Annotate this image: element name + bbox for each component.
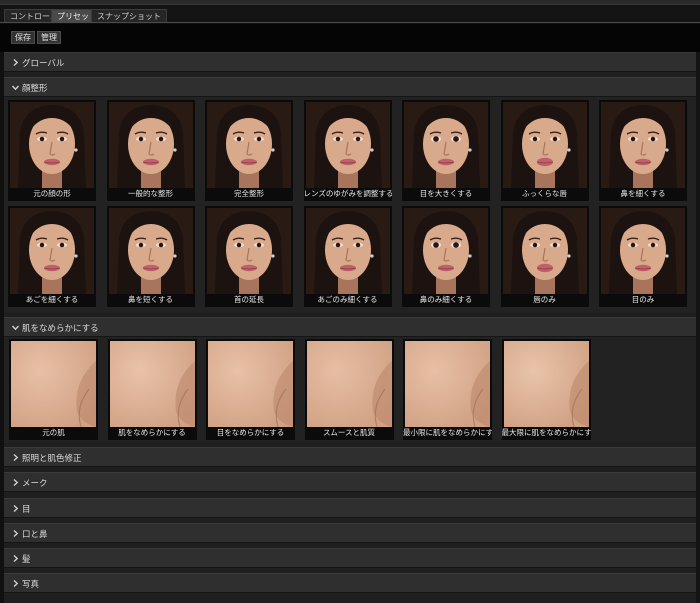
preset-caption: 元の顔の形	[33, 189, 71, 198]
section-global[interactable]: グローバル	[4, 52, 696, 72]
face-shape-preset-tile[interactable]: 首の延長	[205, 206, 293, 307]
section-global-label: グローバル	[22, 59, 65, 69]
preset-caption: 肌をなめらかにする	[118, 428, 186, 437]
face-shape-preset-tile[interactable]: 鼻を短くする	[106, 206, 195, 307]
section-mouth-nose[interactable]: 口と鼻	[4, 523, 696, 543]
face-preview-image	[305, 102, 390, 188]
section-photo[interactable]: 写真	[4, 573, 696, 593]
preset-caption: 一般的な整形	[128, 189, 173, 198]
face-preview-image	[502, 208, 587, 294]
preset-caption: スムースと肌質	[322, 428, 376, 437]
preset-caption: 鼻を短くする	[128, 295, 173, 304]
chevron-right-icon	[13, 478, 19, 487]
chevron-right-icon	[13, 453, 19, 462]
preset-caption: 唇のみ	[533, 295, 556, 304]
section-lighting-label: 照明と肌色修正	[22, 454, 82, 464]
section-eyes-label: 目	[22, 505, 31, 515]
chevron-right-icon	[13, 579, 19, 588]
face-preview-image	[10, 208, 94, 294]
face-shape-preset-tile[interactable]: 鼻のみ細くする	[402, 206, 490, 307]
section-hair[interactable]: 髪	[4, 548, 696, 568]
manage-button[interactable]: 管理	[37, 31, 61, 44]
face-preview-image	[404, 208, 488, 294]
preset-caption: ふっくらな唇	[522, 189, 567, 198]
skin-preview-image	[109, 341, 195, 427]
skin-smooth-preset-grid: 元の肌 肌をなめらかにする 目をなめらかにする スムースと肌質 最小限に肌をなめらかにす…	[4, 337, 696, 443]
section-hair-label: 髪	[22, 555, 31, 565]
face-shape-preset-grid: 元の顔の形 一般的な整形 完全整形 レンズのゆがみを調整する 目を大きくする ふっくらな唇…	[4, 97, 696, 313]
preset-caption: 目のみ	[631, 295, 655, 304]
section-eyes[interactable]: 目	[4, 498, 696, 518]
skin-preview-image	[208, 341, 293, 427]
face-preview-image	[404, 102, 488, 188]
face-preview-image	[108, 208, 193, 294]
skin-smooth-preset-tile[interactable]: 肌をなめらかにする	[107, 339, 197, 440]
chevron-right-icon	[13, 58, 19, 67]
skin-smooth-preset-tile[interactable]: 最大限に肌をなめらかにする	[501, 339, 591, 440]
preset-caption: 鼻を細くする	[620, 189, 666, 198]
section-photo-label: 写真	[22, 580, 40, 590]
section-lighting[interactable]: 照明と肌色修正	[4, 447, 696, 467]
face-shape-preset-tile[interactable]: 一般的な整形	[106, 100, 195, 201]
section-skin-smooth-label: 肌をなめらかにする	[22, 324, 99, 334]
save-button[interactable]: 保存	[11, 31, 35, 44]
face-shape-preset-tile[interactable]: 完全整形	[205, 100, 293, 201]
preset-caption: 目をなめらかにする	[216, 428, 285, 437]
face-preview-image	[305, 208, 390, 294]
preset-caption: 首の延長	[234, 295, 264, 304]
preset-caption: あごを細くする	[25, 295, 79, 304]
skin-smooth-preset-tile[interactable]: スムースと肌質	[304, 339, 394, 440]
section-skin-smooth[interactable]: 肌をなめらかにする	[4, 317, 696, 337]
face-shape-preset-tile[interactable]: 元の顔の形	[8, 100, 96, 201]
preset-caption: 鼻のみ細くする	[419, 295, 473, 304]
tab-bar: コントロール プリセット スナップショット	[0, 6, 700, 23]
face-preview-image	[601, 208, 685, 294]
face-preview-image	[10, 102, 94, 188]
preset-caption: 最大限に肌をなめらかにする	[501, 428, 591, 437]
skin-preview-image	[503, 341, 589, 427]
face-preview-image	[207, 102, 291, 188]
window-top-border	[0, 0, 700, 5]
chevron-down-icon	[11, 325, 20, 331]
skin-preview-image	[11, 341, 96, 427]
preset-caption: あごのみ細くする	[317, 295, 378, 304]
panel-scrollbar[interactable]	[696, 52, 700, 603]
chevron-right-icon	[13, 529, 19, 538]
section-face-shape-label: 顔整形	[22, 84, 48, 94]
preset-caption: 元の肌	[42, 428, 65, 437]
section-face-shape[interactable]: 顔整形	[4, 77, 696, 97]
face-preview-image	[207, 208, 291, 294]
chevron-right-icon	[13, 504, 19, 513]
skin-preview-image	[306, 341, 392, 427]
face-shape-preset-tile[interactable]: 目を大きくする	[402, 100, 490, 201]
face-shape-preset-tile[interactable]: あごを細くする	[8, 206, 96, 307]
skin-smooth-preset-tile[interactable]: 最小限に肌をなめらかにする	[403, 339, 492, 440]
face-preview-image	[601, 102, 685, 188]
chevron-right-icon	[13, 554, 19, 563]
presets-toolbar: 保存 管理	[0, 24, 700, 52]
face-shape-preset-tile[interactable]: ふっくらな唇	[500, 100, 589, 201]
face-shape-preset-tile[interactable]: あごのみ細くする	[303, 206, 392, 307]
preset-caption: 完全整形	[234, 189, 264, 198]
section-mouth-nose-label: 口と鼻	[22, 530, 48, 540]
presets-panel: グローバル 顔整形 元の顔の形 一般的な整形 完全整形 レンズのゆがみを調整する 目を大…	[4, 52, 696, 603]
face-preview-image	[502, 102, 587, 188]
skin-preview-image	[405, 341, 490, 427]
preset-caption: レンズのゆがみを調整する	[303, 189, 392, 198]
skin-smooth-preset-tile[interactable]: 目をなめらかにする	[206, 339, 295, 440]
section-makeup[interactable]: メーク	[4, 472, 696, 492]
face-shape-preset-tile[interactable]: 唇のみ	[500, 206, 589, 307]
face-shape-preset-tile[interactable]: 目のみ	[599, 206, 687, 307]
chevron-down-icon	[11, 85, 20, 91]
skin-smooth-preset-tile[interactable]: 元の肌	[9, 339, 98, 440]
section-makeup-label: メーク	[22, 479, 48, 489]
tab-divider	[0, 22, 700, 23]
face-shape-preset-tile[interactable]: 鼻を細くする	[599, 100, 687, 201]
tab-snapshots[interactable]: スナップショット	[91, 9, 167, 23]
preset-caption: 目を大きくする	[419, 189, 473, 198]
face-preview-image	[108, 102, 193, 188]
face-shape-preset-tile[interactable]: レンズのゆがみを調整する	[303, 100, 392, 201]
preset-caption: 最小限に肌をなめらかにする	[403, 428, 492, 437]
